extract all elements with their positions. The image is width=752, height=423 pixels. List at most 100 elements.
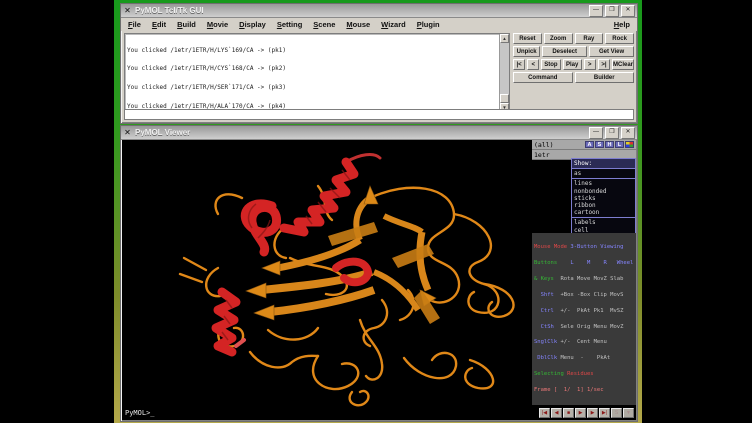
menu-help[interactable]: Help: [614, 20, 630, 29]
rock-button[interactable]: Rock: [605, 33, 634, 44]
show-menu-header: Show:: [572, 159, 635, 169]
ctrl-label: Ctrl: [534, 308, 554, 314]
object-name: 1etr: [534, 151, 550, 159]
mclear-button[interactable]: MClear: [612, 59, 634, 70]
buttons-value: L M R Wheel: [557, 260, 633, 266]
menu-mouse[interactable]: Mouse: [346, 20, 370, 29]
stop-icon[interactable]: ■: [563, 408, 574, 418]
snglclk-label: SnglClk: [534, 339, 557, 345]
maximize-icon[interactable]: ❒: [605, 127, 619, 139]
command-input[interactable]: [124, 109, 634, 120]
command-button[interactable]: Command: [513, 72, 573, 83]
stop-button[interactable]: Stop: [541, 59, 560, 70]
menu-item-ribbon[interactable]: ribbon: [574, 202, 633, 209]
fullscreen-toggle-icon[interactable]: ▼: [623, 408, 634, 418]
maximize-icon[interactable]: ❒: [605, 5, 619, 17]
console-output: You clicked /1etr/1ETR/H/LYS`169/CA -> (…: [124, 33, 510, 113]
dblclk-label: DblClk: [534, 355, 557, 361]
label-menu-button[interactable]: L: [615, 141, 624, 148]
object-name: (all): [534, 141, 554, 149]
movie-last-button[interactable]: >|: [598, 59, 610, 70]
menu-item-lines[interactable]: lines: [574, 180, 633, 187]
movie-first-button[interactable]: |<: [513, 59, 525, 70]
gui-menubar: File Edit Build Movie Display Setting Sc…: [121, 18, 637, 31]
ctsh-value: Sele Orig Menu MovZ: [554, 324, 624, 330]
deselect-button[interactable]: Deselect: [542, 46, 587, 57]
snglclk-value: +/- Cent Menu: [557, 339, 607, 345]
show-menu-button[interactable]: S: [595, 141, 604, 148]
menu-display[interactable]: Display: [239, 20, 266, 29]
frame-back-icon[interactable]: ◀: [551, 408, 562, 418]
frame-first-icon[interactable]: |◀: [539, 408, 550, 418]
play-button[interactable]: Play: [563, 59, 582, 70]
menu-item-labels[interactable]: labels: [574, 219, 633, 226]
selecting-label[interactable]: Selecting: [534, 371, 567, 377]
console-line: You clicked /1etr/1ETR/H/CYS`168/CA -> (…: [127, 66, 498, 72]
menu-setting[interactable]: Setting: [277, 20, 302, 29]
frame-forward-icon[interactable]: ▶: [587, 408, 598, 418]
movie-transport-bar: |◀ ◀ ■ ▶ ▶ ▶| S ▼: [539, 408, 634, 418]
pymol-tcltk-gui-window: ✕ PyMOL Tcl/Tk GUI — ❒ ✕ File Edit Build…: [120, 3, 638, 124]
unpick-button[interactable]: Unpick: [513, 46, 540, 57]
get-view-button[interactable]: Get View: [589, 46, 634, 57]
x11-app-icon: ✕: [123, 7, 132, 15]
zoom-button[interactable]: Zoom: [544, 33, 573, 44]
minimize-icon[interactable]: —: [589, 5, 603, 17]
selecting-mode-value[interactable]: Residues: [567, 371, 594, 377]
menu-item-as[interactable]: as: [574, 170, 633, 177]
builder-button[interactable]: Builder: [575, 72, 635, 83]
dblclk-value: Menu - PkAt: [557, 355, 610, 361]
reset-button[interactable]: Reset: [513, 33, 542, 44]
menu-plugin[interactable]: Plugin: [417, 20, 440, 29]
x11-app-icon: ✕: [123, 129, 132, 137]
action-menu-button[interactable]: A: [585, 141, 594, 148]
buttons-label: Buttons: [534, 260, 557, 266]
menu-file[interactable]: File: [128, 20, 141, 29]
viewer-window-title: PyMOL Viewer: [135, 128, 586, 137]
ctrl-value: +/- PkAt Pk1 MvSZ: [554, 308, 624, 314]
frame-last-icon[interactable]: ▶|: [599, 408, 610, 418]
menu-item-cartoon[interactable]: cartoon: [574, 209, 633, 216]
viewer-titlebar[interactable]: ✕ PyMOL Viewer — ❒ ✕: [121, 126, 637, 140]
menu-wizard[interactable]: Wizard: [381, 20, 406, 29]
mouse-mode-value: 3-Button Viewing: [567, 244, 623, 250]
keys-label: & Keys: [534, 276, 554, 282]
object-row-all[interactable]: (all) A S H L C: [532, 140, 636, 150]
hide-menu-button[interactable]: H: [605, 141, 614, 148]
mouse-mode-panel: Mouse Mode 3-Button Viewing Buttons L M …: [532, 233, 636, 406]
gui-titlebar[interactable]: ✕ PyMOL Tcl/Tk GUI — ❒ ✕: [121, 4, 637, 18]
console-line: You clicked /1etr/1ETR/H/SER`171/CA -> (…: [127, 85, 498, 91]
movie-back-button[interactable]: <: [527, 59, 539, 70]
scene-icon[interactable]: S: [611, 408, 622, 418]
ctsh-label: CtSh: [534, 324, 554, 330]
minimize-icon[interactable]: —: [589, 127, 603, 139]
close-icon[interactable]: ✕: [621, 5, 635, 17]
gui-button-panel: Reset Zoom Ray Rock Unpick Deselect Get …: [513, 33, 634, 85]
close-icon[interactable]: ✕: [621, 127, 635, 139]
console-line: You clicked /1etr/1ETR/H/LYS`169/CA -> (…: [127, 48, 498, 54]
console-log-text: You clicked /1etr/1ETR/H/LYS`169/CA -> (…: [127, 35, 498, 111]
mouse-mode-label: Mouse Mode: [534, 244, 567, 250]
keys-value: Rota Move MovZ Slab: [554, 276, 624, 282]
menu-scene[interactable]: Scene: [313, 20, 335, 29]
pymol-viewer-window: ✕ PyMOL Viewer — ❒ ✕: [120, 125, 638, 422]
movie-forward-button[interactable]: >: [584, 59, 596, 70]
shift-value: +Box -Box Clip MovS: [554, 292, 624, 298]
pymol-command-prompt[interactable]: PyMOL>_: [125, 409, 155, 417]
menu-build[interactable]: Build: [177, 20, 196, 29]
menu-edit[interactable]: Edit: [152, 20, 166, 29]
scroll-up-icon[interactable]: ▲: [500, 34, 509, 43]
play-icon[interactable]: ▶: [575, 408, 586, 418]
console-scrollbar[interactable]: ▲ ▼: [499, 34, 509, 112]
menu-item-sticks[interactable]: sticks: [574, 195, 633, 202]
color-menu-button[interactable]: C: [625, 141, 634, 148]
3d-viewport[interactable]: PyMOL>_ (all) A S H L C 1etr Show: as: [122, 140, 636, 420]
menu-movie[interactable]: Movie: [207, 20, 228, 29]
ray-button[interactable]: Ray: [575, 33, 604, 44]
shift-label: Shft: [534, 292, 554, 298]
scrollbar-thumb[interactable]: [500, 94, 509, 103]
menu-item-nonbonded[interactable]: nonbonded: [574, 188, 633, 195]
frame-counter: Frame [ 1/ 1] 1/sec: [534, 387, 604, 393]
object-panel: (all) A S H L C 1etr: [532, 140, 636, 160]
gui-window-title: PyMOL Tcl/Tk GUI: [135, 6, 586, 15]
